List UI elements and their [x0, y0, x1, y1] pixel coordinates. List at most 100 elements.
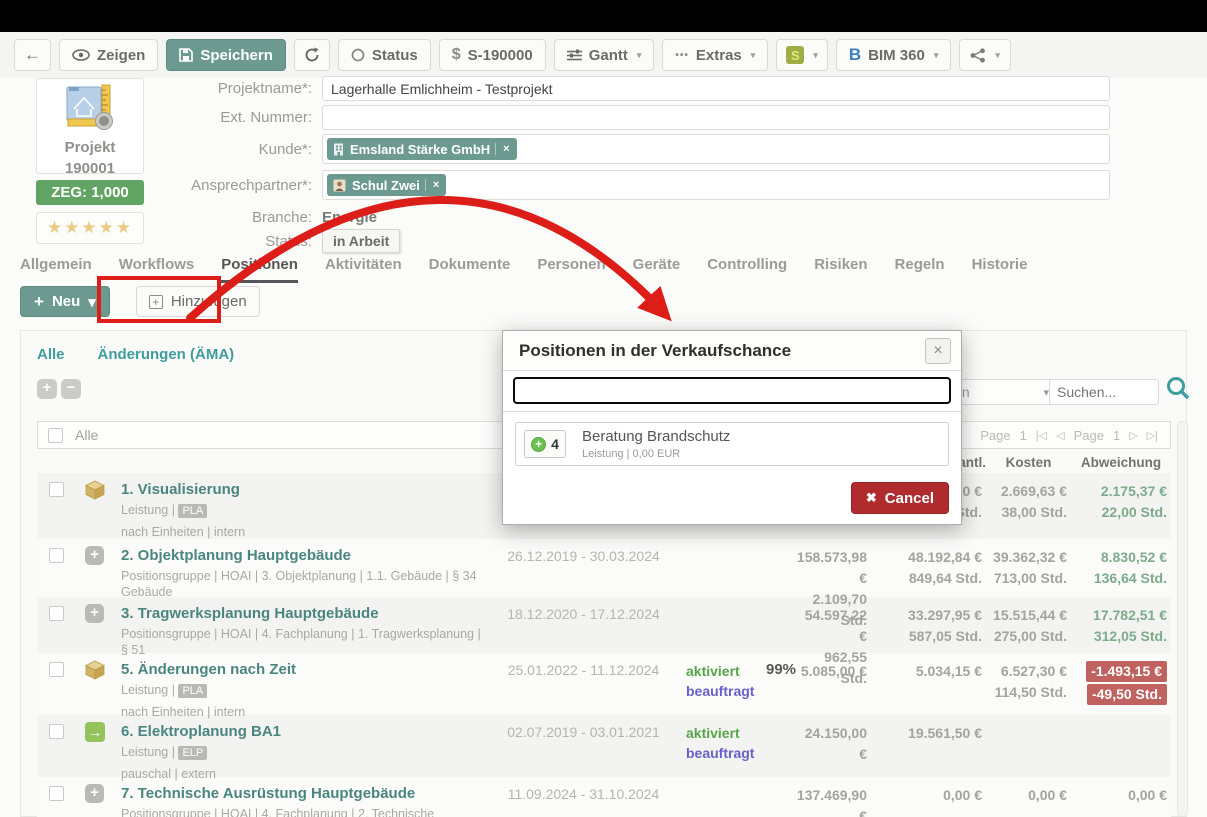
row-checkbox[interactable] — [49, 482, 64, 497]
value-kosten-line: 2.669,63 € — [986, 481, 1067, 502]
tab-workflows[interactable]: Workflows — [119, 256, 195, 283]
zeigen-button[interactable]: Zeigen — [59, 39, 158, 71]
row-checkbox[interactable] — [49, 786, 64, 801]
tab-controlling[interactable]: Controlling — [707, 256, 787, 283]
search-input[interactable] — [1049, 379, 1159, 405]
ansprechpartner-label: Ansprechpartner*: — [0, 177, 322, 194]
add-item-count-button[interactable]: + 4 — [524, 430, 566, 458]
modal-list-item[interactable]: + 4 Beratung Brandschutz Leistung | 0,00… — [515, 422, 949, 466]
modal-search-section — [503, 371, 961, 412]
green-arrow-icon: → — [85, 722, 105, 742]
position-title-cell: 5. Änderungen nach ZeitLeistung | PLAnac… — [121, 653, 506, 719]
bim360-button[interactable]: B BIM 360 ▾ — [836, 39, 952, 71]
chevron-down-icon: ▾ — [995, 50, 1000, 61]
share-icon — [970, 48, 986, 63]
main-toolbar: ← Zeigen Speichern Status $ S-190000 Gan… — [0, 32, 1207, 78]
select-all-checkbox[interactable] — [48, 428, 63, 443]
remove-kunde-icon[interactable]: × — [495, 143, 516, 155]
neu-button[interactable]: + Neu ▾ — [20, 286, 110, 317]
status-button[interactable]: Status — [338, 39, 431, 71]
position-row: +2. Objektplanung Hauptgebäude Positionsg… — [37, 539, 1171, 597]
position-title-link[interactable]: 1. Visualisierung — [121, 480, 484, 499]
tab-regeln[interactable]: Regeln — [895, 256, 945, 283]
tab-positionen[interactable]: Positionen — [221, 256, 298, 283]
select-all-label: Alle — [75, 427, 98, 443]
gantt-label: Gantt — [589, 47, 628, 64]
expand-plus-icon[interactable]: + — [85, 604, 104, 623]
gantt-button[interactable]: Gantt ▾ — [554, 39, 655, 71]
value-anteil-line: 48.192,84 € — [871, 547, 982, 568]
tab-aktivitäten[interactable]: Aktivitäten — [325, 256, 402, 283]
remove-ansprechpartner-icon[interactable]: × — [425, 179, 446, 191]
value-abweichung-line: 17.782,51 € — [1071, 605, 1167, 626]
position-title-link[interactable]: 6. Elektroplanung BA1 — [121, 722, 484, 741]
status-value-badge: in Arbeit — [322, 229, 400, 253]
plus-icon: + — [34, 292, 44, 312]
tab-geräte[interactable]: Geräte — [633, 256, 681, 283]
modal-search-input[interactable] — [513, 377, 951, 404]
value-kosten-line: 38,00 Std. — [986, 502, 1067, 523]
value-anteil-line: 5.034,15 € — [871, 661, 982, 682]
pagination-nav-icon[interactable]: |◁ — [1036, 429, 1047, 442]
position-title-link[interactable]: 5. Änderungen nach Zeit — [121, 660, 484, 679]
status-aktiviert: aktiviert — [686, 723, 766, 743]
pagination-text: 1 — [1113, 428, 1120, 443]
pagination-text: Page — [1074, 428, 1104, 443]
s-app-icon: S — [786, 46, 804, 64]
position-subtitle: Positionsgruppe | HOAI | 3. Objektplanun… — [121, 568, 484, 600]
value-kosten: 6.527,30 €114,50 Std. — [986, 653, 1071, 719]
refresh-button[interactable] — [294, 39, 330, 71]
position-type-badge: PLA — [178, 684, 207, 698]
sales-number-button[interactable]: $ S-190000 — [439, 39, 546, 71]
hinzufuegen-button[interactable]: + Hinzufügen — [136, 286, 260, 317]
tab-allgemein[interactable]: Allgemein — [20, 256, 92, 283]
modal-close-button[interactable]: × — [925, 338, 951, 364]
pagination-nav-icon[interactable]: ◁ — [1056, 429, 1064, 442]
collapse-all-button[interactable]: − — [61, 379, 81, 399]
cancel-label: Cancel — [885, 490, 934, 507]
position-title-link[interactable]: 7. Technische Ausrüstung Hauptgebäude — [121, 784, 484, 803]
tab-dokumente[interactable]: Dokumente — [429, 256, 511, 283]
status-aktiviert: aktiviert — [686, 661, 766, 681]
row-icon-cell: + — [85, 777, 121, 817]
filter-alle[interactable]: Alle — [37, 346, 65, 363]
s-app-button[interactable]: S ▾ — [776, 39, 828, 71]
ext-nummer-field[interactable] — [322, 105, 1110, 130]
kunde-label: Kunde*: — [0, 141, 322, 158]
position-type-badge: PLA — [178, 504, 207, 518]
modal-header: Positionen in der Verkaufschance × — [503, 331, 961, 371]
filter-aenderungen[interactable]: Änderungen (ÄMA) — [98, 346, 235, 363]
pagination-nav-icon[interactable]: ▷ — [1129, 429, 1137, 442]
bim360-label: BIM 360 — [868, 47, 925, 64]
neu-label: Neu — [52, 293, 80, 310]
value-honorar-line: 5.085,00 € — [796, 661, 867, 682]
ansprechpartner-field[interactable]: Schul Zwei × — [322, 170, 1110, 200]
search-icon[interactable] — [1165, 375, 1191, 406]
cancel-button[interactable]: ✖ Cancel — [851, 482, 949, 514]
value-kosten-line: 39.362,32 € — [986, 547, 1067, 568]
extras-button[interactable]: ••• Extras ▾ — [662, 39, 768, 71]
back-button[interactable]: ← — [14, 39, 51, 71]
expand-plus-icon[interactable]: + — [85, 784, 104, 803]
tab-historie[interactable]: Historie — [972, 256, 1028, 283]
tab-personen[interactable]: Personen — [537, 256, 605, 283]
expand-plus-icon[interactable]: + — [85, 546, 104, 565]
vertical-scrollbar[interactable] — [1177, 421, 1188, 817]
row-checkbox[interactable] — [49, 606, 64, 621]
position-title-link[interactable]: 2. Objektplanung Hauptgebäude — [121, 546, 484, 565]
row-icon-cell — [85, 473, 121, 539]
kunde-field[interactable]: Emsland Stärke GmbH × — [322, 134, 1110, 164]
hinzufuegen-label: Hinzufügen — [171, 293, 247, 310]
expand-all-button[interactable]: + — [37, 379, 57, 399]
value-honorar: 24.150,00 € — [796, 715, 871, 781]
tab-risiken[interactable]: Risiken — [814, 256, 867, 283]
share-button[interactable]: ▾ — [959, 39, 1011, 71]
row-checkbox[interactable] — [49, 724, 64, 739]
speichern-button[interactable]: Speichern — [166, 39, 286, 71]
position-title-link[interactable]: 3. Tragwerksplanung Hauptgebäude — [121, 604, 484, 623]
projektname-field[interactable] — [322, 76, 1110, 101]
row-checkbox[interactable] — [49, 662, 64, 677]
row-checkbox[interactable] — [49, 548, 64, 563]
value-honorar: 5.085,00 € — [796, 653, 871, 719]
pagination-nav-icon[interactable]: ▷| — [1147, 429, 1158, 442]
